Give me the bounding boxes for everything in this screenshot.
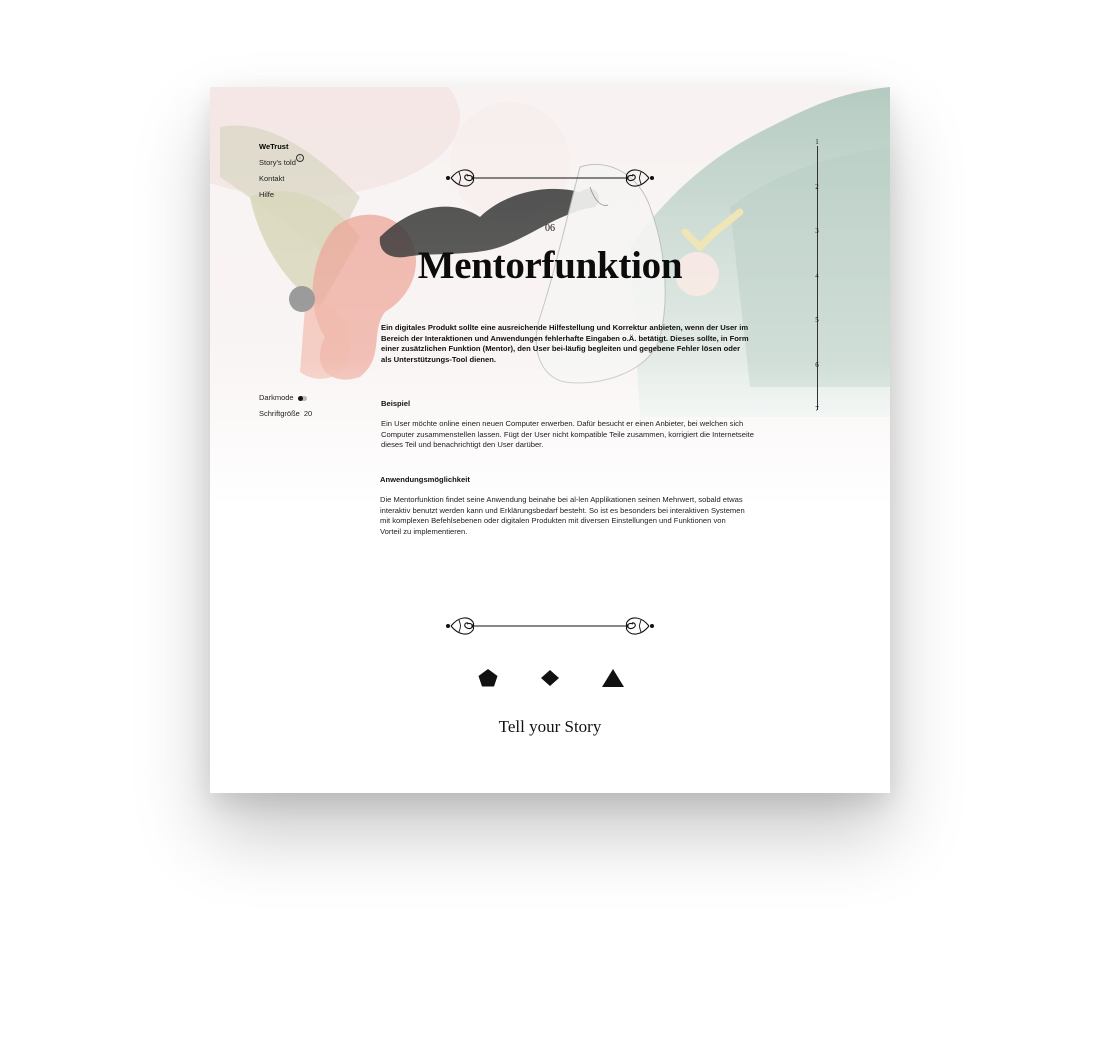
nav-item-wetrust[interactable]: WeTrust	[259, 139, 296, 155]
nav-item-storys-told[interactable]: Story's told i	[259, 154, 304, 171]
main-nav: WeTrust Story's told i Kontakt Hilfe	[259, 139, 304, 203]
pentagon-icon[interactable]	[478, 669, 498, 687]
settings-panel: Darkmode Schriftgröße 20	[259, 390, 312, 422]
intro-text: Ein digitales Produkt sollte eine ausrei…	[381, 323, 749, 364]
nav-item-label: Story's told	[259, 158, 296, 167]
chapter-link-7[interactable]: 7	[814, 405, 820, 413]
fontsize-value[interactable]: 20	[304, 406, 312, 422]
usage-text: Die Mentorfunktion findet seine Anwendun…	[380, 495, 745, 536]
diamond-icon[interactable]	[541, 670, 559, 686]
nav-item-hilfe[interactable]: Hilfe	[259, 187, 296, 203]
chapter-link-6[interactable]: 6	[814, 361, 820, 369]
tell-your-story-link[interactable]: Tell your Story	[210, 717, 890, 737]
ornament-divider-top	[446, 169, 654, 187]
example-heading: Beispiel	[381, 399, 411, 408]
nav-item-kontakt[interactable]: Kontakt	[259, 171, 296, 187]
example-text: Ein User möchte online einen neuen Compu…	[381, 419, 754, 450]
page-card: WeTrust Story's told i Kontakt Hilfe Dar…	[210, 87, 890, 793]
chapter-link-2[interactable]: 2	[814, 183, 820, 191]
usage-heading: Anwendungsmöglichkeit	[380, 475, 470, 484]
ornament-divider-bottom	[446, 617, 654, 635]
darkmode-toggle[interactable]	[297, 395, 307, 401]
info-icon: i	[295, 154, 304, 162]
chapter-number: 06	[545, 223, 555, 234]
darkmode-label: Darkmode	[259, 393, 294, 402]
page-title: Mentorfunktion	[417, 244, 683, 287]
fontsize-label: Schriftgröße	[259, 409, 300, 418]
chapter-link-1[interactable]: 1	[814, 138, 820, 146]
darkmode-row: Darkmode	[259, 390, 312, 406]
chapter-link-5[interactable]: 5	[814, 316, 820, 324]
triangle-icon[interactable]	[602, 669, 624, 687]
fontsize-row: Schriftgröße 20	[259, 406, 312, 422]
